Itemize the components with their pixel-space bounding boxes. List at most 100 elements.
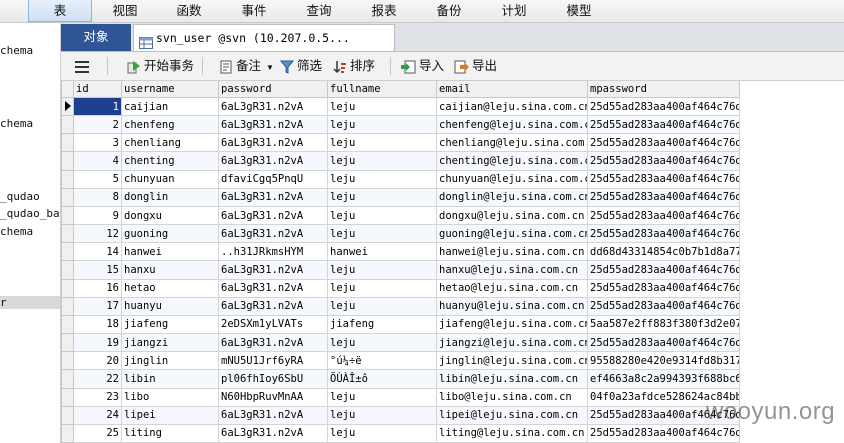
cell-email[interactable]: chenliang@leju.sina.com.cn [436, 133, 588, 153]
cell-fullname[interactable]: leju [327, 151, 437, 171]
column-header-mpassword[interactable]: mpassword [587, 81, 740, 98]
table-row[interactable]: 5 chunyuan dfaviCgq5PnqU leju chunyuan@leju.… [61, 169, 740, 189]
cell-fullname[interactable]: leju [327, 405, 437, 425]
cell-username[interactable]: donglin [121, 187, 219, 207]
row-indicator[interactable] [61, 151, 74, 171]
cell-username[interactable]: jiangzi [121, 333, 219, 353]
row-indicator[interactable] [61, 115, 74, 135]
cell-username[interactable]: lipei [121, 405, 219, 425]
column-header-fullname[interactable]: fullname [327, 81, 437, 98]
cell-mpassword[interactable]: 25d55ad283aa400af464c76d7 [587, 423, 740, 443]
cell-password[interactable]: 2eDSXm1yLVATs [218, 314, 328, 335]
menu-view[interactable]: 视图 [100, 0, 150, 22]
memo-button[interactable]: 备注 ▼ [219, 52, 274, 80]
cell-password[interactable]: 6aL3gR31.n2vA [218, 115, 328, 135]
row-indicator[interactable] [61, 405, 74, 425]
cell-fullname[interactable]: leju [327, 169, 437, 189]
table-row[interactable]: 23 libo N60HbpRuvMnAA leju libo@leju.sina.co… [61, 387, 740, 407]
cell-password[interactable]: 6aL3gR31.n2vA [218, 296, 328, 316]
cell-username[interactable]: dongxu [121, 205, 219, 226]
begin-transaction-button[interactable]: 开始事务 [127, 52, 194, 80]
cell-mpassword[interactable]: 25d55ad283aa400af464c76d7 [587, 115, 740, 135]
cell-fullname[interactable]: leju [327, 387, 437, 407]
cell-fullname[interactable]: °ú¼÷ë [327, 351, 437, 371]
tab-objects[interactable]: 对象 [61, 24, 131, 51]
table-row[interactable]: 2 chenfeng 6aL3gR31.n2vA leju chenfeng@leju.… [61, 115, 740, 135]
menu-query[interactable]: 查询 [294, 0, 344, 22]
cell-username[interactable]: libo [121, 387, 219, 407]
cell-password[interactable]: 6aL3gR31.n2vA [218, 278, 328, 298]
cell-email[interactable]: jiafeng@leju.sina.com.cn [436, 314, 588, 335]
table-row[interactable]: 14 hanwei ..h31JRkmsHYM hanwei hanwei@leju.s… [61, 242, 740, 262]
cell-password[interactable]: N60HbpRuvMnAA [218, 387, 328, 407]
cell-id[interactable]: 24 [73, 405, 122, 425]
cell-username[interactable]: hanxu [121, 260, 219, 280]
table-row[interactable]: 8 donglin 6aL3gR31.n2vA leju donglin@leju.si… [61, 187, 740, 207]
cell-password[interactable]: 6aL3gR31.n2vA [218, 423, 328, 443]
cell-id[interactable]: 4 [73, 151, 122, 171]
row-indicator[interactable] [61, 351, 74, 371]
row-indicator[interactable] [61, 242, 74, 262]
column-header-password[interactable]: password [218, 81, 328, 98]
cell-password[interactable]: 6aL3gR31.n2vA [218, 224, 328, 244]
column-header-email[interactable]: email [436, 81, 588, 98]
cell-username[interactable]: chenfeng [121, 115, 219, 135]
filter-button[interactable]: 筛选 [279, 52, 322, 80]
table-row[interactable]: 4 chenting 6aL3gR31.n2vA leju chenting@leju.… [61, 151, 740, 171]
cell-email[interactable]: chenting@leju.sina.com.cn [436, 151, 588, 171]
import-button[interactable]: 导入 [401, 52, 444, 80]
cell-mpassword[interactable]: 25d55ad283aa400af464c76d7 [587, 296, 740, 316]
table-row[interactable]: 25 liting 6aL3gR31.n2vA leju liting@leju.sin… [61, 423, 740, 443]
row-indicator[interactable] [61, 260, 74, 280]
cell-mpassword[interactable]: 25d55ad283aa400af464c76d7 [587, 224, 740, 244]
cell-email[interactable]: libin@leju.sina.com.cn [436, 369, 588, 389]
cell-mpassword[interactable]: 25d55ad283aa400af464c76d7 [587, 151, 740, 171]
menu-backup[interactable]: 备份 [424, 0, 474, 22]
cell-fullname[interactable]: leju [327, 296, 437, 316]
cell-mpassword[interactable]: dd68d43314854c0b7b1d8a777 [587, 242, 740, 262]
cell-password[interactable]: 6aL3gR31.n2vA [218, 205, 328, 226]
cell-password[interactable]: 6aL3gR31.n2vA [218, 187, 328, 207]
cell-id[interactable]: 8 [73, 187, 122, 207]
navigator-item-selected[interactable]: r [0, 296, 60, 309]
menu-reports[interactable]: 报表 [359, 0, 409, 22]
row-indicator[interactable] [61, 187, 74, 207]
cell-password[interactable]: 6aL3gR31.n2vA [218, 133, 328, 153]
cell-email[interactable]: donglin@leju.sina.com.cn [436, 187, 588, 207]
row-indicator[interactable] [61, 314, 74, 335]
row-indicator[interactable] [61, 133, 74, 153]
cell-password[interactable]: 6aL3gR31.n2vA [218, 405, 328, 425]
row-indicator[interactable] [61, 369, 74, 389]
cell-id[interactable]: 12 [73, 224, 122, 244]
cell-fullname[interactable]: ÕÙÀÎ±ô [327, 369, 437, 389]
cell-password[interactable]: 6aL3gR31.n2vA [218, 333, 328, 353]
menu-model[interactable]: 模型 [554, 0, 604, 22]
cell-id[interactable]: 3 [73, 133, 122, 153]
table-row[interactable]: 3 chenliang 6aL3gR31.n2vA leju chenliang@lej… [61, 133, 740, 153]
cell-id[interactable]: 17 [73, 296, 122, 316]
cell-email[interactable]: chenfeng@leju.sina.com.cn [436, 115, 588, 135]
cell-mpassword[interactable]: 5aa587e2ff883f380f3d2e072 [587, 314, 740, 335]
cell-username[interactable]: libin [121, 369, 219, 389]
table-row[interactable]: 1 caijian 6aL3gR31.n2vA leju caijian@leju.si… [61, 96, 740, 117]
cell-id[interactable]: 5 [73, 169, 122, 189]
cell-password[interactable]: 6aL3gR31.n2vA [218, 151, 328, 171]
cell-username[interactable]: chenliang [121, 133, 219, 153]
cell-mpassword[interactable]: 25d55ad283aa400af464c76d7 [587, 187, 740, 207]
cell-fullname[interactable]: leju [327, 205, 437, 226]
row-indicator[interactable] [61, 296, 74, 316]
cell-username[interactable]: guoning [121, 224, 219, 244]
cell-mpassword[interactable]: 25d55ad283aa400af464c76d7 [587, 205, 740, 226]
row-indicator[interactable] [61, 224, 74, 244]
cell-id[interactable]: 14 [73, 242, 122, 262]
cell-mpassword[interactable]: 25d55ad283aa400af464c76d7 [587, 133, 740, 153]
cell-username[interactable]: chunyuan [121, 169, 219, 189]
cell-id[interactable]: 1 [73, 96, 122, 117]
cell-email[interactable]: chunyuan@leju.sina.com.cn [436, 169, 588, 189]
table-row[interactable]: 12 guoning 6aL3gR31.n2vA leju guoning@leju.s… [61, 224, 740, 244]
cell-username[interactable]: liting [121, 423, 219, 443]
cell-email[interactable]: huanyu@leju.sina.com.cn [436, 296, 588, 316]
cell-username[interactable]: chenting [121, 151, 219, 171]
cell-username[interactable]: hanwei [121, 242, 219, 262]
cell-fullname[interactable]: leju [327, 96, 437, 117]
